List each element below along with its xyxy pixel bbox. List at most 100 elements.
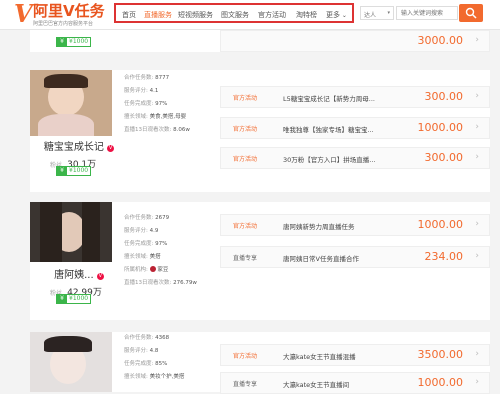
nav-official-event[interactable]: 官方活动: [258, 10, 286, 20]
stat-agency: 所属机构: 家豆: [124, 266, 169, 273]
task-title: 大瀛kate女王节直播混播: [283, 353, 356, 361]
task-title: L5糖宝宝成长记【新势力周母...: [283, 95, 375, 103]
price-badge-value: ¥1000: [69, 38, 89, 45]
chevron-right-icon: ›: [475, 377, 479, 387]
nav-short-video[interactable]: 短视频服务: [178, 10, 213, 20]
divider: [30, 192, 490, 202]
chevron-right-icon: ›: [475, 251, 479, 261]
task-row[interactable]: 官方活动 30万粉【官方入口】拼场直播... 300.00 ›: [220, 147, 490, 169]
task-row[interactable]: 官方活动 L5糖宝宝成长记【新势力周母... 300.00 ›: [220, 86, 490, 108]
kol-card: 合作任务数: 4368 服务评分: 4.8 任务完成度: 85% 擅长领域: 美…: [30, 332, 490, 394]
kol-card: 唐阿姨... V 粉丝 42.99万 ¥¥1000 合作任务数: 2679 服务…: [30, 202, 490, 320]
price-badge: ¥ ¥1000: [56, 37, 92, 47]
site-logo[interactable]: V 阿里V任务 阿里巴巴官方内容服务平台: [14, 0, 109, 28]
task-type: 官方活动: [233, 126, 258, 133]
task-row[interactable]: 官方活动 唐阿姨新势力周直播任务 1000.00 ›: [220, 214, 490, 236]
stat-tasks: 合作任务数: 8777: [124, 75, 170, 81]
task-price: 1000.00: [417, 121, 464, 134]
price-badge: ¥ ¥1000: [56, 166, 92, 176]
kol-avatar[interactable]: [30, 332, 112, 392]
price-badge: ¥ ¥1000: [56, 294, 92, 304]
task-type: 官方活动: [233, 223, 258, 230]
task-price: 234.00: [424, 250, 464, 263]
kol-card: 糖宝宝成长记 V 粉丝 30.1万 ¥¥1000 合作任务数: 8777 服务评…: [30, 70, 490, 192]
agency-logo-icon: [149, 266, 156, 272]
stat-domain: 擅长领域: 美搭: [124, 254, 161, 260]
task-type: 官方活动: [233, 156, 258, 163]
logo-title: 阿里V任务: [33, 2, 105, 20]
wallet-icon: ¥: [57, 37, 67, 47]
search-button[interactable]: [459, 4, 483, 22]
kol-name[interactable]: 唐阿姨... V: [30, 266, 128, 281]
kol-stats: 合作任务数: 4368 服务评分: 4.8 任务完成度: 85% 擅长领域: 美…: [124, 332, 184, 384]
task-type: 官方活动: [233, 95, 258, 102]
stat-completion: 任务完成度: 97%: [124, 101, 168, 107]
chevron-right-icon: ›: [475, 219, 479, 229]
task-price: 1000.00: [417, 376, 464, 389]
verified-icon: V: [107, 145, 115, 152]
chevron-down-icon: ⌄: [340, 12, 347, 19]
task-type: 直播专享: [233, 255, 258, 262]
kol-stats: 合作任务数: 2679 服务评分: 4.9 任务完成度: 97% 擅长领域: 美…: [124, 212, 197, 290]
nav-more-label: 更多: [326, 11, 340, 19]
task-row[interactable]: 3000.00 ›: [220, 30, 490, 52]
chevron-right-icon: ›: [475, 349, 479, 359]
task-row[interactable]: 直播专享 大瀛kate女王节直播间 1000.00 ›: [220, 372, 490, 394]
stat-views: 直播13日观看次数: 276.79w: [124, 280, 197, 286]
task-price: 3500.00: [417, 348, 464, 361]
stat-domain: 擅长领域: 美妆个护,美搭: [124, 374, 185, 380]
nav-image-text[interactable]: 图文服务: [221, 10, 249, 20]
verified-icon: V: [96, 273, 104, 280]
divider: [30, 52, 490, 70]
task-price: 3000.00: [417, 34, 464, 47]
task-title: 大瀛kate女王节直播间: [283, 381, 350, 389]
task-title: 唐阿姨新势力周直播任务: [283, 223, 355, 231]
task-row[interactable]: 官方活动 大瀛kate女王节直播混播 3500.00 ›: [220, 344, 490, 366]
logo-mark: V: [14, 0, 33, 28]
task-price: 1000.00: [417, 218, 464, 231]
chevron-right-icon: ›: [475, 91, 479, 101]
stat-completion: 任务完成度: 97%: [124, 241, 168, 247]
wallet-icon: ¥: [57, 166, 67, 176]
logo-subtitle: 阿里巴巴官方内容服务平台: [33, 21, 94, 27]
chevron-right-icon: ›: [475, 152, 479, 162]
price-badge-value: ¥1000: [69, 295, 89, 302]
search-type-select[interactable]: 达人 ▾: [360, 6, 394, 20]
kol-stats: 合作任务数: 8777 服务评分: 4.1 任务完成度: 97% 擅长领域: 美…: [124, 72, 190, 137]
task-row[interactable]: 官方活动 唯我独尊【独家专场】糖宝宝... 1000.00 ›: [220, 117, 490, 139]
task-title: 唐阿姨日常V任务直播合作: [283, 255, 359, 263]
task-row[interactable]: 直播专享 唐阿姨日常V任务直播合作 234.00 ›: [220, 246, 490, 268]
nav-more[interactable]: 更多 ⌄: [326, 10, 347, 20]
wallet-icon: ¥: [57, 294, 67, 304]
stat-domain: 擅长领域: 美食,美搭,母婴: [124, 114, 187, 120]
task-price: 300.00: [424, 151, 464, 164]
chevron-down-icon: ▾: [387, 10, 390, 16]
task-type: 官方活动: [233, 353, 258, 360]
chevron-right-icon: ›: [475, 35, 479, 45]
stat-tasks: 合作任务数: 4368: [124, 335, 170, 341]
nav-ranking[interactable]: 淘特榜: [296, 10, 317, 20]
top-header: V 阿里V任务 阿里巴巴官方内容服务平台 首页 直播服务 短视频服务 图文服务 …: [0, 0, 500, 30]
search-icon: [465, 7, 477, 19]
stat-rating: 服务评分: 4.9: [124, 228, 159, 234]
nav-home[interactable]: 首页: [122, 10, 136, 20]
chevron-right-icon: ›: [475, 122, 479, 132]
kol-card-partial: ¥ ¥1000 3000.00 ›: [30, 30, 490, 52]
search-type-value: 达人: [364, 12, 377, 19]
main-nav: 首页 直播服务 短视频服务 图文服务 官方活动 淘特榜 更多 ⌄: [114, 3, 354, 23]
task-title: 30万粉【官方入口】拼场直播...: [283, 156, 376, 164]
price-badge-value: ¥1000: [69, 167, 89, 174]
stat-rating: 服务评分: 4.8: [124, 348, 159, 354]
stat-completion: 任务完成度: 85%: [124, 361, 168, 367]
stat-tasks: 合作任务数: 2679: [124, 215, 170, 221]
kol-name[interactable]: 糖宝宝成长记 V: [30, 138, 128, 153]
kol-avatar[interactable]: [30, 70, 112, 136]
nav-live-service[interactable]: 直播服务: [144, 10, 172, 20]
stat-views: 直播13日观看次数: 8.06w: [124, 127, 190, 133]
task-price: 300.00: [424, 90, 464, 103]
task-type: 直播专享: [233, 381, 258, 388]
search-input[interactable]: [396, 6, 458, 20]
kol-avatar[interactable]: [30, 202, 112, 262]
divider: [30, 320, 490, 332]
stat-rating: 服务评分: 4.1: [124, 88, 159, 94]
